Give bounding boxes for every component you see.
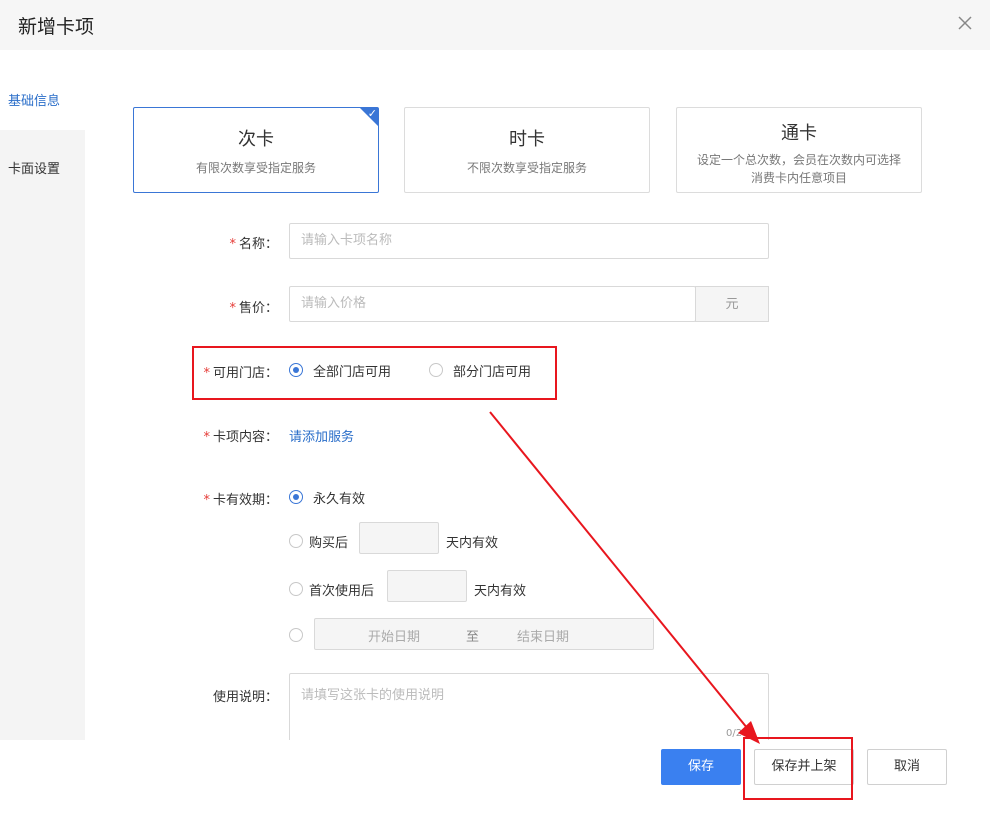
card-type-desc: 有限次数享受指定服务	[195, 161, 316, 175]
card-type-title: 次卡	[238, 129, 274, 150]
radio-date-range[interactable]	[289, 628, 303, 642]
close-icon[interactable]	[956, 14, 974, 32]
after-purchase-days-input[interactable]	[359, 522, 439, 554]
dialog-title: 新增卡项	[18, 16, 95, 38]
content-label: * 卡项内容：	[203, 430, 278, 445]
check-icon: ✓	[367, 107, 377, 120]
after-first-use-days-input[interactable]	[387, 570, 467, 602]
save-button[interactable]: 保存	[661, 749, 741, 785]
price-input[interactable]: 请输入价格	[289, 286, 696, 322]
date-range-picker[interactable]: 开始日期 至 结束日期	[314, 618, 654, 650]
price-unit-addon: 元	[695, 286, 769, 322]
card-type-title: 时卡	[509, 129, 545, 150]
start-date-placeholder: 开始日期	[368, 630, 421, 645]
card-type-tongka[interactable]: 通卡 设定一个总次数，会员在次数内可选择消费卡内任意项目	[676, 107, 922, 193]
sidebar: 基础信息 卡面设置	[0, 50, 85, 740]
card-type-shika[interactable]: 时卡 不限次数享受指定服务	[404, 107, 650, 193]
dialog-header: 新增卡项	[0, 0, 990, 50]
radio-permanent-label[interactable]: 永久有效	[313, 488, 365, 507]
price-label: * 售价：	[229, 301, 278, 316]
validity-label: * 卡有效期：	[203, 493, 278, 508]
radio-permanent[interactable]	[289, 490, 303, 504]
sidebar-item-card-face[interactable]: 卡面设置	[8, 158, 60, 177]
cancel-button[interactable]: 取消	[867, 749, 947, 785]
after-first-use-suffix: 天内有效	[474, 584, 527, 599]
end-date-placeholder: 结束日期	[517, 630, 570, 645]
card-type-cika[interactable]: ✓ 次卡 有限次数享受指定服务	[133, 107, 379, 193]
annotation-box-stores	[192, 346, 557, 400]
annotation-box-save-publish	[743, 737, 853, 800]
card-type-title: 通卡	[781, 123, 817, 144]
range-separator: 至	[466, 630, 480, 645]
after-first-use-label: 首次使用后	[309, 584, 375, 599]
radio-after-first-use[interactable]	[289, 582, 303, 596]
card-type-desc: 不限次数享受指定服务	[466, 161, 587, 175]
card-type-desc: 设定一个总次数，会员在次数内可选择消费卡内任意项目	[696, 153, 901, 185]
radio-after-purchase[interactable]	[289, 534, 303, 548]
name-label: * 名称：	[229, 237, 278, 252]
add-service-link[interactable]: 请添加服务	[289, 426, 354, 445]
after-purchase-suffix: 天内有效	[446, 536, 499, 551]
notes-placeholder: 请填写这张卡的使用说明	[301, 688, 445, 703]
notes-label: 使用说明：	[212, 690, 278, 705]
name-input[interactable]: 请输入卡项名称	[289, 223, 769, 259]
after-purchase-label: 购买后	[309, 536, 349, 551]
sidebar-item-basic-info[interactable]: 基础信息	[8, 90, 60, 109]
